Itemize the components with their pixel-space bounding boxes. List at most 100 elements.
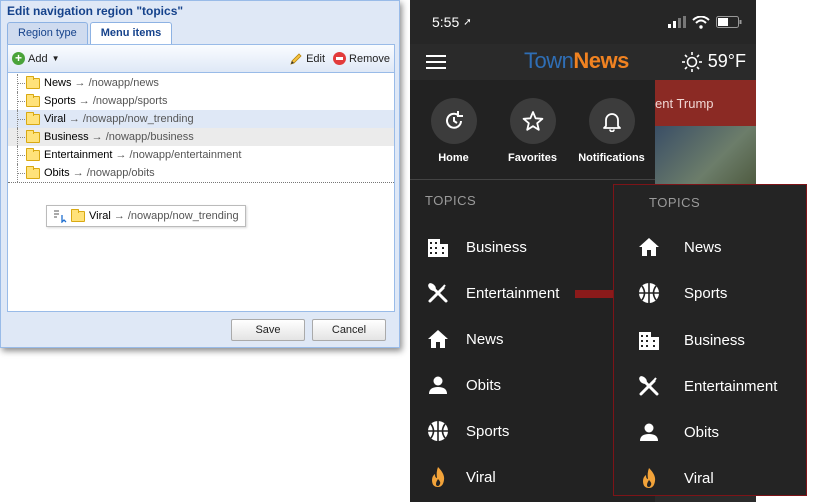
- home-icon: [639, 238, 659, 256]
- menu-item-viral[interactable]: Viral: [614, 458, 806, 498]
- menu-tree: News → /nowapp/news Sports → /nowapp/sport…: [8, 74, 394, 182]
- menu-label: Viral: [466, 468, 496, 486]
- home-label: Home: [438, 152, 469, 164]
- tab-menu-items[interactable]: Menu items: [89, 22, 173, 45]
- item-path: → /nowapp/business: [91, 131, 194, 143]
- refresh-clock-icon: [445, 111, 463, 129]
- reordered-menu-panel: TOPICS News Sports Business Entertainmen…: [613, 184, 807, 496]
- flame-icon: [643, 468, 656, 488]
- folder-icon: [26, 93, 40, 107]
- add-label: Add: [28, 52, 48, 65]
- menu-label: Viral: [684, 469, 714, 487]
- notifications-button[interactable]: Notifications: [574, 98, 650, 179]
- menu-item-sports[interactable]: Sports: [614, 273, 806, 313]
- status-time: 5:55: [432, 14, 460, 30]
- folder-icon: [71, 208, 85, 222]
- tree-item-sports[interactable]: Sports → /nowapp/sports: [8, 92, 394, 110]
- flame-icon: [432, 467, 445, 487]
- edit-button[interactable]: Edit: [289, 52, 325, 66]
- temperature: 59°F: [707, 51, 746, 71]
- dropdown-caret-icon: ▼: [51, 54, 60, 63]
- drag-path: → /nowapp/now_trending: [113, 210, 239, 222]
- weather-widget[interactable]: 59°F: [681, 51, 746, 72]
- menu-items-panel: + Add ▼ Edit Remove News → /nowapp/news S…: [7, 44, 395, 312]
- item-path: → /nowapp/sports: [78, 95, 168, 107]
- notifications-label: Notifications: [578, 152, 645, 164]
- remove-label: Remove: [349, 52, 390, 65]
- favorites-button[interactable]: Favorites: [495, 98, 571, 179]
- item-label: News: [44, 77, 72, 89]
- menu-label: Business: [466, 238, 527, 256]
- tree-item-entertainment[interactable]: Entertainment → /nowapp/entertainment: [8, 146, 394, 164]
- drag-proxy[interactable]: Viral → /nowapp/now_trending: [46, 205, 246, 227]
- toolbar: + Add ▼ Edit Remove: [8, 45, 394, 73]
- person-icon: [429, 376, 447, 394]
- item-path: → /nowapp/entertainment: [115, 149, 242, 161]
- home-icon: [428, 330, 448, 348]
- remove-button[interactable]: Remove: [333, 52, 390, 65]
- save-button[interactable]: Save: [231, 319, 305, 341]
- menu-label: Obits: [466, 376, 502, 394]
- status-bar: 5:55 ➚: [410, 0, 756, 44]
- background-photo: [655, 126, 756, 186]
- menu-label: Obits: [684, 423, 720, 441]
- drag-label: Viral: [89, 210, 111, 222]
- drop-indicator: [8, 182, 394, 183]
- sun-icon: [681, 51, 702, 72]
- signal-icon: [668, 16, 686, 28]
- menu-label: Sports: [684, 284, 728, 302]
- townnews-logo: TownNews: [524, 48, 629, 73]
- basketball-icon: [639, 283, 659, 303]
- tree-item-news[interactable]: News → /nowapp/news: [8, 74, 394, 92]
- tree-item-obits[interactable]: Obits → /nowapp/obits: [8, 164, 394, 182]
- pencil-icon: [290, 52, 302, 65]
- item-label: Obits: [44, 167, 70, 179]
- tree-item-business[interactable]: Business → /nowapp/business: [8, 128, 394, 146]
- topics-heading: TOPICS: [425, 193, 477, 208]
- fork-knife-icon: [639, 376, 659, 396]
- background-headline: ent Trump: [655, 80, 756, 126]
- item-label: Sports: [44, 95, 76, 107]
- menu-label: Business: [684, 331, 745, 349]
- favorites-label: Favorites: [508, 152, 557, 164]
- menu-label: Sports: [466, 422, 510, 440]
- app-header: TownNews 59°F: [410, 44, 756, 80]
- wifi-icon: [692, 15, 710, 29]
- edit-label: Edit: [306, 52, 326, 65]
- dialog-title: Edit navigation region "topics": [7, 4, 184, 18]
- remove-icon: [333, 52, 347, 65]
- add-icon: +: [12, 52, 25, 65]
- cancel-button[interactable]: Cancel: [312, 319, 386, 341]
- battery-icon: [716, 16, 742, 28]
- tab-region-type[interactable]: Region type: [7, 22, 88, 44]
- tree-item-viral[interactable]: Viral → /nowapp/now_trending: [8, 110, 394, 128]
- menu-item-entertainment[interactable]: Entertainment: [614, 366, 806, 406]
- home-button[interactable]: Home: [416, 98, 492, 179]
- folder-icon: [26, 129, 40, 143]
- basketball-icon: [428, 421, 448, 441]
- folder-icon: [26, 165, 40, 179]
- person-icon: [640, 423, 658, 441]
- edit-navigation-dialog: Edit navigation region "topics" Region t…: [0, 0, 400, 348]
- item-label: Entertainment: [44, 149, 113, 161]
- menu-item-obits[interactable]: Obits: [614, 412, 806, 452]
- menu-item-business[interactable]: Business: [614, 320, 806, 360]
- add-button[interactable]: + Add ▼: [12, 52, 60, 65]
- location-icon: ➚: [463, 16, 472, 28]
- hamburger-menu-icon[interactable]: [426, 55, 446, 69]
- fork-knife-icon: [428, 283, 448, 303]
- item-path: → /nowapp/obits: [72, 167, 155, 179]
- folder-icon: [26, 147, 40, 161]
- building-icon: [639, 332, 659, 350]
- menu-label: Entertainment: [684, 377, 778, 395]
- item-label: Business: [44, 131, 89, 143]
- topics-heading: TOPICS: [649, 195, 701, 210]
- item-path: → /nowapp/news: [74, 77, 159, 89]
- item-label: Viral: [44, 113, 66, 125]
- star-icon: [522, 111, 543, 131]
- menu-item-news[interactable]: News: [614, 227, 806, 267]
- folder-icon: [26, 75, 40, 89]
- quick-links: Home Favorites Notifications: [410, 80, 655, 180]
- bell-icon: [602, 113, 621, 132]
- menu-label: News: [466, 330, 504, 348]
